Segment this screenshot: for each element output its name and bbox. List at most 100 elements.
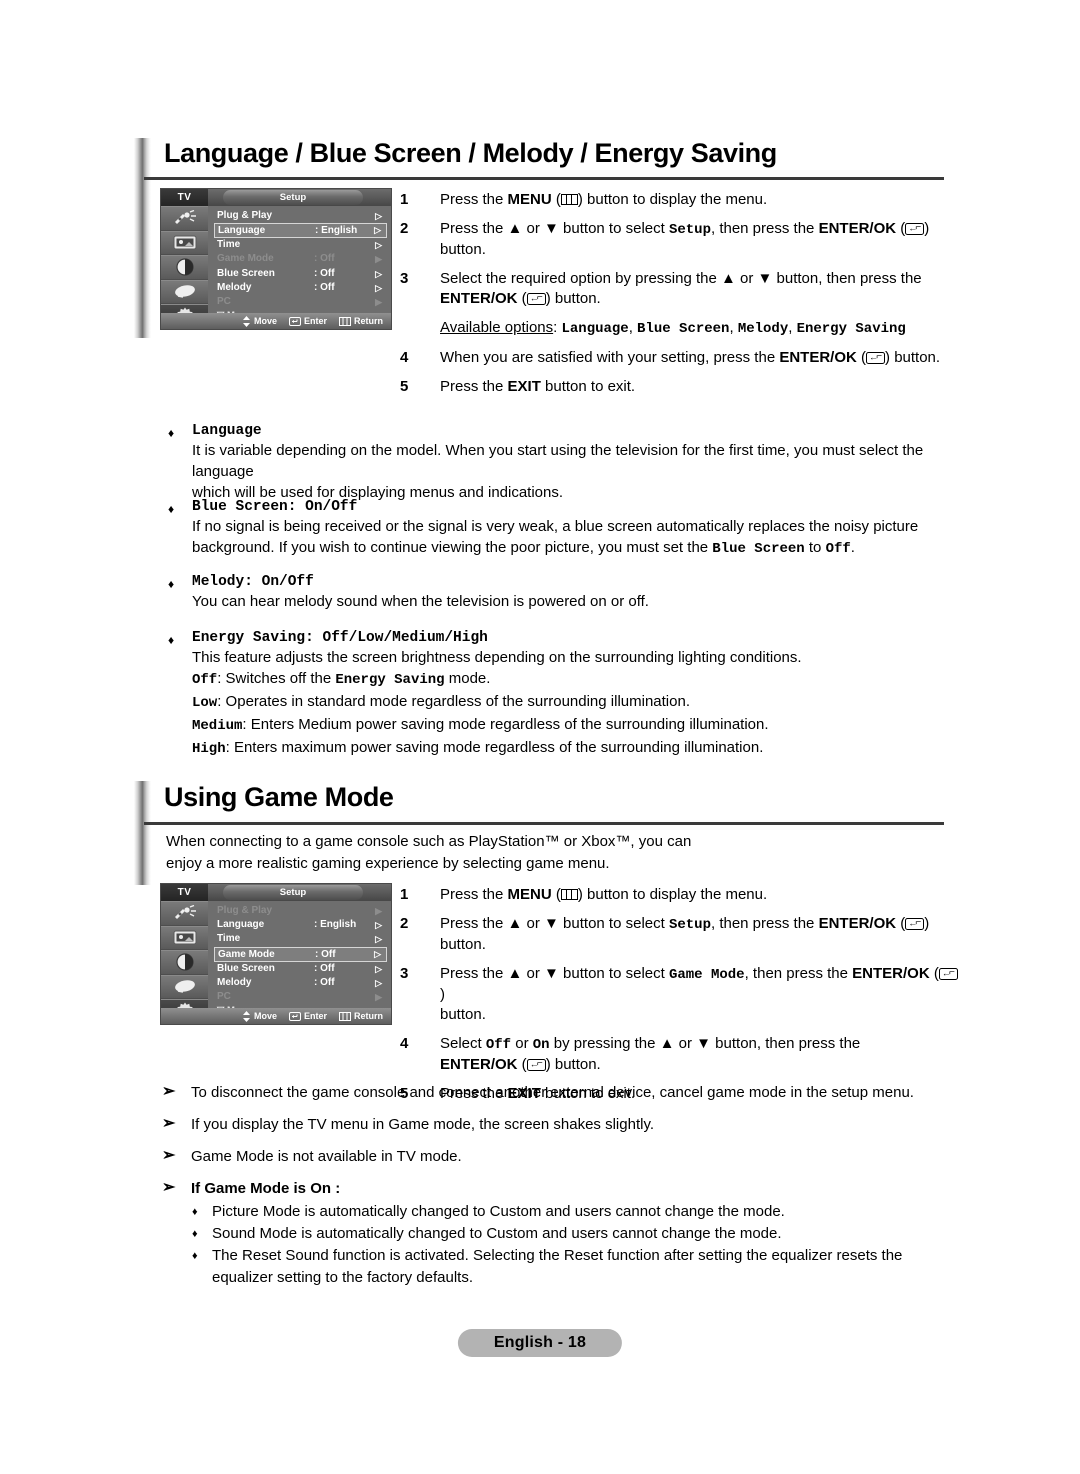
osd2-row-language[interactable]: Language : English ▷ xyxy=(214,918,387,932)
enter-key-icon: ← ⌐ xyxy=(905,918,925,930)
option-blue-screen: Blue Screen xyxy=(637,321,730,337)
detail-body: If no signal is being received or the si… xyxy=(166,516,956,560)
sound-icon[interactable] xyxy=(161,974,208,1000)
osd-menu-setup-2[interactable]: TV Setup Plug & Play ▶ Language: Englis… xyxy=(160,883,392,1025)
avail-sep: , xyxy=(628,319,638,336)
detail-heading-suffix: : On/Off xyxy=(287,499,358,515)
step-4: 4 When you are satisfied with your setti… xyxy=(400,348,950,368)
osd2-row-label: PC xyxy=(217,990,231,1002)
osd1-hint-move: Move xyxy=(242,315,277,327)
note-2: ➢ If you display the TV menu in Game mod… xyxy=(158,1114,958,1135)
osd1-row-melody[interactable]: Melody : Off ▷ xyxy=(214,281,387,295)
note-1: ➢ To disconnect the game console and con… xyxy=(158,1082,958,1103)
chevron-right-icon: ▷ xyxy=(374,948,381,959)
contrast-icon[interactable] xyxy=(161,950,208,975)
osd1-row-label: Blue Screen xyxy=(217,267,275,279)
osd-menu-setup-1[interactable]: TV Setup Plug & Play ▷ Language: Englis… xyxy=(160,188,392,330)
option-melody: Melody xyxy=(737,321,789,337)
menu-key-icon xyxy=(339,1011,351,1021)
step-text-b: ( xyxy=(517,290,527,307)
avail-sep: , xyxy=(788,319,797,336)
osd2-row-label: Blue Screen xyxy=(217,962,275,974)
detail-heading-key: Blue Screen xyxy=(192,499,288,515)
detail-heading: ♦ Blue Screen: On/Off xyxy=(166,498,956,516)
detail-heading-key: Energy Saving xyxy=(192,630,306,646)
step-text-a: Press the ▲ or ▼ button to select xyxy=(440,915,669,932)
detail-block-melody: ♦ Melody: On/Off You can hear melody soun… xyxy=(166,573,956,612)
diamond-bullet-icon: ♦ xyxy=(168,426,175,440)
diamond-bullet-icon: ♦ xyxy=(168,577,175,591)
enter-key-icon: ← ⌐ xyxy=(905,223,925,235)
option-energy-saving: Energy Saving xyxy=(796,321,906,337)
updown-arrow-icon xyxy=(242,1010,250,1022)
antenna-input-icon[interactable] xyxy=(161,206,208,231)
enterok-label: ENTER/OK xyxy=(818,220,897,237)
menu-button-label: MENU xyxy=(507,886,552,903)
osd1-row-time[interactable]: Time ▷ xyxy=(214,238,387,252)
osd1-row-blue-screen[interactable]: Blue Screen : Off ▷ xyxy=(214,267,387,281)
osd1-row-label: Language xyxy=(218,225,266,237)
osd2-row-label: Game Mode xyxy=(218,948,275,960)
enter-key-icon: ← ⌐ xyxy=(866,352,886,364)
step-text-c: ( xyxy=(517,1056,527,1073)
step-text-b: ( xyxy=(551,191,561,208)
step-text-a: When you are satisfied with your setting… xyxy=(440,349,780,366)
osd2-item-list: Plug & Play ▶ Language : English ▷ Time … xyxy=(208,901,391,1016)
note-text: If you display the TV menu in Game mode,… xyxy=(191,1116,655,1133)
osd2-row-melody[interactable]: Melody : Off ▷ xyxy=(214,976,387,990)
diamond-bullet-icon: ♦ xyxy=(168,502,175,516)
diamond-bullet-icon: ♦ xyxy=(192,1250,198,1262)
notes-list: ➢ To disconnect the game console and con… xyxy=(158,1082,958,1289)
enter-key-icon: ← ⌐ xyxy=(526,293,546,305)
osd1-row-language[interactable]: Language : English ▷ xyxy=(214,223,387,239)
step-number: 4 xyxy=(400,1035,409,1052)
step-number: 4 xyxy=(400,349,409,366)
osd2-row-game-mode[interactable]: Game Mode : Off ▷ xyxy=(214,946,387,962)
osd1-row-plug-play[interactable]: Plug & Play ▷ xyxy=(214,209,387,223)
enterok-label: ENTER/OK xyxy=(440,290,518,307)
step-text-b: button to exit. xyxy=(540,378,636,395)
osd2-row-time[interactable]: Time ▷ xyxy=(214,932,387,946)
avail-sep: , xyxy=(729,319,738,336)
step-text-b: , then press the xyxy=(744,965,853,982)
sound-icon[interactable] xyxy=(161,279,208,305)
osd1-row-value: : Off xyxy=(314,281,335,293)
picture-icon[interactable] xyxy=(161,230,208,256)
step-text-d: ) xyxy=(440,986,445,1003)
steps-list-2: 1 Press the MENU () button to display th… xyxy=(400,885,960,1104)
menu-key-icon xyxy=(560,194,578,205)
keyword-medium: Medium xyxy=(192,718,243,734)
section1-rule xyxy=(144,177,944,180)
osd1-tv-label: TV xyxy=(161,189,208,206)
section1-title: Language / Blue Screen / Melody / Energy… xyxy=(164,138,777,168)
arrow-bullet-icon: ➢ xyxy=(162,1115,176,1132)
osd1-hint-enter: Enter xyxy=(288,316,327,326)
osd2-row-blue-screen[interactable]: Blue Screen : Off ▷ xyxy=(214,962,387,976)
osd2-hint-return: Return xyxy=(339,1011,383,1021)
arrow-bullet-icon: ➢ xyxy=(162,1179,176,1196)
detail-heading: ♦ Melody: On/Off xyxy=(166,573,956,591)
section2-intro: When connecting to a game console such a… xyxy=(166,831,691,875)
step-number: 5 xyxy=(400,378,409,395)
osd2-icon-rail xyxy=(161,901,208,1024)
updown-arrow-icon xyxy=(242,315,250,327)
option-language: Language xyxy=(561,321,629,337)
picture-icon[interactable] xyxy=(161,925,208,951)
chevron-right-icon: ▷ xyxy=(375,282,382,293)
step-text-b: ( xyxy=(551,886,561,903)
antenna-input-icon[interactable] xyxy=(161,901,208,926)
osd2-tab-setup[interactable]: Setup xyxy=(223,885,363,900)
step-number: 3 xyxy=(400,270,409,287)
step-number: 1 xyxy=(400,191,409,208)
contrast-icon[interactable] xyxy=(161,255,208,280)
detail-heading-key: Melody xyxy=(192,574,245,590)
step-text-a: Press the ▲ or ▼ button to select xyxy=(440,220,669,237)
diamond-bullet-icon: ♦ xyxy=(192,1206,198,1218)
step-text-c: ) button to display the menu. xyxy=(577,191,768,208)
sub-note-3: ♦ The Reset Sound function is activated.… xyxy=(158,1245,958,1289)
osd1-tab-setup[interactable]: Setup xyxy=(223,190,363,205)
osd1-row-value: : Off xyxy=(314,267,335,279)
diamond-bullet-icon: ♦ xyxy=(192,1228,198,1240)
step-text-e: button. xyxy=(440,1006,486,1023)
step-5: 5 Press the EXIT button to exit. xyxy=(400,377,950,397)
